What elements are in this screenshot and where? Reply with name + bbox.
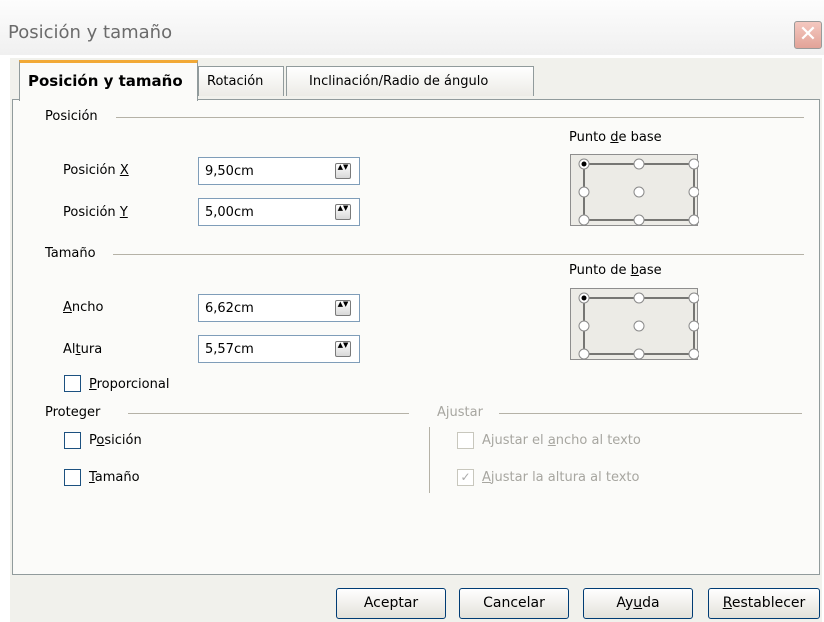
protect-size-label: Tamaño	[89, 470, 140, 485]
tab-position-size[interactable]: Posición y tamaño	[19, 60, 198, 101]
fit-height-checkbox[interactable]: ✓	[457, 469, 474, 486]
base-point-middle-right	[688, 186, 699, 198]
base-point-center	[633, 186, 645, 198]
height-field[interactable]: 5,57cm ▲▼	[198, 335, 360, 363]
position-x-field[interactable]: 9,50cm ▲▼	[198, 157, 360, 185]
base-point-bottom-left	[578, 214, 590, 226]
position-y-field[interactable]: 5,00cm ▲▼	[198, 198, 360, 226]
section-size-label: Tamaño	[45, 246, 96, 261]
position-base-point-label: Punto de base	[569, 130, 662, 145]
base-point-top-center	[633, 292, 645, 304]
reset-button[interactable]: Restablecer	[708, 588, 820, 619]
ok-button[interactable]: Aceptar	[336, 588, 446, 619]
base-point-top-center	[633, 158, 645, 170]
height-spin-buttons[interactable]: ▲▼	[335, 341, 351, 357]
protect-position-checkbox[interactable]	[64, 432, 81, 449]
tab-slant-corner-radius[interactable]: Inclinación/Radio de ángulo	[286, 66, 534, 96]
base-point-middle-left	[578, 320, 590, 332]
base-point-top-right	[688, 158, 699, 170]
proportional-checkbox[interactable]	[64, 375, 81, 392]
base-point-middle-right	[688, 320, 699, 332]
section-protect-label: Proteger	[45, 405, 101, 420]
section-divider	[116, 117, 804, 118]
cancel-button[interactable]: Cancelar	[459, 588, 569, 619]
protect-size-checkbox[interactable]	[64, 469, 81, 486]
base-point-bottom-right	[688, 348, 699, 360]
protect-position-label: Posición	[89, 433, 142, 448]
width-field[interactable]: 6,62cm ▲▼	[198, 294, 360, 322]
close-icon[interactable]: ✕	[794, 21, 822, 49]
fit-width-label: Ajustar el ancho al texto	[482, 433, 641, 448]
section-divider	[499, 413, 802, 414]
position-y-label: Posición Y	[63, 205, 128, 220]
height-label: Altura	[63, 342, 103, 357]
section-divider	[113, 254, 804, 255]
section-adjust-label: Ajustar	[437, 405, 483, 420]
width-label: Ancho	[63, 300, 104, 315]
size-base-point-label: Punto de base	[569, 263, 662, 278]
position-base-point-selector[interactable]	[570, 154, 699, 226]
section-divider	[429, 427, 430, 493]
title-bar: Posición y tamaño ✕	[0, 0, 824, 55]
window-title: Posición y tamaño	[8, 22, 173, 43]
base-point-middle-left	[578, 186, 590, 198]
position-y-spin-buttons[interactable]: ▲▼	[335, 204, 351, 220]
base-point-bottom-left	[578, 348, 590, 360]
width-spin-buttons[interactable]: ▲▼	[335, 300, 351, 316]
base-point-bottom-center	[633, 214, 645, 226]
help-button[interactable]: Ayuda	[583, 588, 693, 619]
proportional-label: Proporcional	[89, 377, 170, 392]
position-x-label: Posición X	[63, 163, 129, 178]
fit-height-label: Ajustar la altura al texto	[482, 470, 640, 485]
base-point-bottom-center	[633, 348, 645, 360]
section-divider	[128, 413, 409, 414]
tab-rotation[interactable]: Rotación	[198, 66, 284, 96]
base-point-bottom-right	[688, 214, 699, 226]
fit-width-checkbox[interactable]	[457, 432, 474, 449]
base-point-top-right	[688, 292, 699, 304]
position-x-spin-buttons[interactable]: ▲▼	[335, 163, 351, 179]
section-position-label: Posición	[45, 109, 98, 124]
size-base-point-selector[interactable]	[570, 288, 699, 360]
base-point-center	[633, 320, 645, 332]
